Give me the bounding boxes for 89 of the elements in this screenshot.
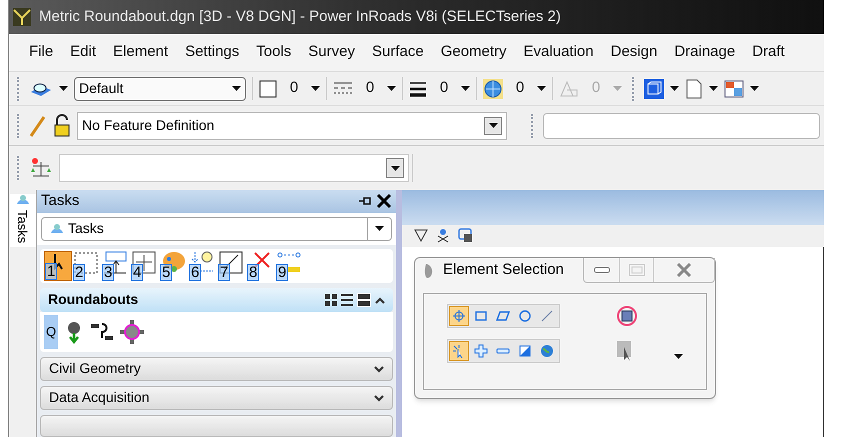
group-header[interactable]: Roundabouts	[40, 288, 393, 312]
dialog-title: Element Selection	[443, 260, 564, 280]
step-icon	[218, 250, 244, 275]
tool-button[interactable]: Q	[44, 314, 58, 349]
padlock-icon[interactable]	[53, 114, 71, 138]
dropdown-arrow-icon[interactable]	[232, 86, 241, 91]
globe-icon[interactable]	[483, 78, 503, 98]
tasks-tab[interactable]: Tasks	[10, 194, 36, 248]
tasks-dropdown[interactable]: Tasks	[41, 216, 392, 241]
step-button[interactable]: 2	[73, 250, 101, 281]
step-button[interactable]: 6	[189, 250, 217, 281]
group-header[interactable]: Data Acquisition	[40, 386, 393, 410]
pointer-icon[interactable]	[616, 340, 634, 362]
dropdown-field[interactable]	[59, 154, 409, 182]
close-icon	[676, 263, 692, 277]
combo-text: Tasks	[68, 219, 104, 238]
input-field[interactable]	[543, 112, 820, 138]
step-icon	[73, 250, 99, 275]
step-button[interactable]: 4	[131, 250, 159, 281]
menu-item[interactable]: Settings	[185, 41, 240, 64]
rectangle-icon	[474, 309, 488, 323]
close-icon[interactable]	[376, 193, 392, 210]
feature-definition-dropdown[interactable]: No Feature Definition	[77, 112, 507, 140]
selection-method-button[interactable]	[449, 306, 469, 326]
display-icon[interactable]	[458, 228, 474, 244]
dropdown-arrow-icon[interactable]	[311, 86, 320, 91]
plus-icon	[474, 344, 488, 358]
group-header[interactable]: Civil Geometry	[40, 356, 393, 381]
pin-icon[interactable]	[358, 196, 372, 206]
funnel-icon[interactable]	[414, 229, 430, 243]
step-button[interactable]: 8	[247, 250, 275, 281]
dropdown-arrow-icon[interactable]	[488, 123, 498, 128]
half-square-icon	[518, 344, 532, 358]
window-grid-icon[interactable]	[724, 80, 744, 98]
line-icon	[540, 309, 554, 323]
circle-icon	[518, 309, 532, 323]
step-button[interactable]: 5	[160, 250, 188, 281]
maximize-icon	[628, 264, 644, 276]
selection-mode-button[interactable]	[449, 341, 469, 361]
menu-item[interactable]: Evaluation	[524, 41, 594, 64]
app-icon	[13, 8, 31, 26]
line-weight-icon[interactable]	[409, 80, 427, 98]
panel-title: Tasks	[41, 191, 80, 212]
dropdown-arrow-icon[interactable]	[670, 86, 679, 91]
dropdown-arrow-icon[interactable]	[461, 86, 470, 91]
dropdown-arrow-icon[interactable]	[390, 166, 400, 170]
menu-item[interactable]: Edit	[70, 41, 96, 64]
attribute-value[interactable]: 0	[433, 77, 455, 100]
menu-item[interactable]: Draft	[752, 41, 785, 64]
window-title: Metric Roundabout.dgn [3D - V8 DGN] - Power InRoads V8i (SELECTseries 2)	[39, 6, 561, 27]
detail-view-icon[interactable]	[357, 292, 371, 307]
menu-item[interactable]: Design	[610, 41, 658, 64]
attribute-value[interactable]: 0	[509, 77, 531, 100]
dropdown-arrow-icon[interactable]	[59, 86, 68, 91]
menu-item[interactable]: Drainage	[674, 41, 736, 64]
attribute-value[interactable]: 0	[283, 77, 305, 100]
menu-item[interactable]: Element	[113, 41, 168, 64]
step-button[interactable]: 3	[102, 250, 130, 281]
step-button[interactable]: 1	[44, 250, 72, 281]
cube-icon[interactable]	[644, 78, 664, 98]
collapse-icon[interactable]	[375, 296, 385, 304]
list-view-icon[interactable]	[341, 294, 353, 306]
menu-item[interactable]: File	[29, 41, 54, 64]
person-icon	[50, 222, 64, 235]
attribute-value[interactable]: 0	[359, 77, 381, 100]
dropdown-arrow-icon[interactable]	[709, 86, 718, 91]
minimize-icon	[594, 267, 610, 273]
level-dropdown[interactable]: Default	[74, 76, 246, 100]
menu-item[interactable]: Surface	[372, 41, 424, 64]
document-icon[interactable]	[685, 78, 703, 98]
dropdown-arrow-icon[interactable]	[537, 86, 546, 91]
dropdown-arrow-icon[interactable]	[750, 86, 759, 91]
square-icon[interactable]	[259, 80, 277, 98]
more-options-icon[interactable]	[674, 354, 683, 358]
step-button[interactable]: 9	[276, 250, 304, 281]
dropdown-arrow-icon[interactable]	[375, 226, 384, 232]
person-icon	[16, 194, 30, 206]
crosshair-icon	[452, 309, 466, 323]
roundabout-icon[interactable]	[120, 320, 144, 344]
parallelogram-icon	[496, 309, 510, 323]
menu-item[interactable]: Tools	[256, 41, 292, 64]
step-icon	[131, 250, 157, 275]
grid-view-icon[interactable]	[325, 294, 337, 306]
expand-icon[interactable]	[374, 394, 384, 402]
menu-item[interactable]: Survey	[308, 41, 355, 64]
step-button[interactable]: 7	[218, 250, 246, 281]
expand-icon[interactable]	[374, 364, 384, 373]
dropdown-arrow-icon[interactable]	[387, 86, 396, 91]
menu-item[interactable]: Geometry	[440, 41, 507, 64]
